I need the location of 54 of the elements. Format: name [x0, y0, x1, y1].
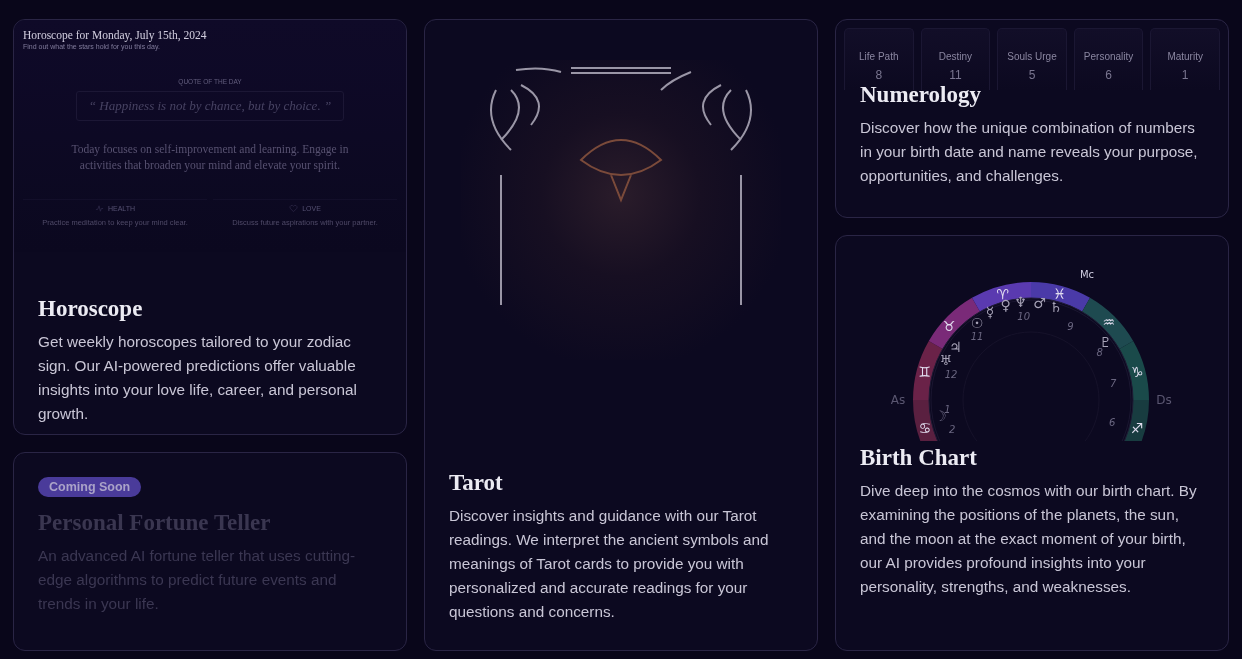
axis-label: Mc — [1079, 269, 1095, 280]
house-number: 9 — [1067, 320, 1074, 332]
house-number: 10 — [1017, 311, 1031, 323]
card-description: Discover how the unique combination of numbers in your birth date and name reveals your purpose, opportunities, and challenges. — [860, 118, 1199, 186]
card-title: Horoscope — [38, 296, 144, 322]
planet-glyph: ♂ — [1033, 295, 1046, 312]
quote-text: “ Happiness is not by chance, but by choice. ” — [75, 91, 345, 121]
house-number: 7 — [1110, 377, 1117, 389]
planet-glyph: ☽ — [934, 408, 947, 424]
horoscope-card[interactable] — [13, 19, 407, 435]
house-number: 8 — [1096, 346, 1103, 358]
number-label: Souls Urge — [1007, 51, 1057, 62]
planet-glyph: ☿ — [985, 304, 995, 321]
zodiac-sign: ♓ — [1053, 285, 1066, 302]
number-value: 5 — [1028, 68, 1036, 82]
planet-glyph: ♀ — [1000, 297, 1011, 314]
house-number: 2 — [948, 423, 956, 435]
card-title: Tarot — [449, 470, 504, 496]
tarot-card[interactable] — [424, 19, 818, 651]
number-value: 1 — [1181, 68, 1189, 82]
numerology-card[interactable]: Life Path 8 Destiny 11 Souls Urge 5 Personality 6 Maturity 1 Numerology Discover how the unique combination of numbers in your birth date and name reveals your purpose, opportunities, and challenges. — [835, 19, 1229, 218]
daily-summary: Today focuses on self-improvement and learning. Engage in activities that broaden your mind and elevate your spirit. — [70, 142, 350, 173]
zodiac-sign: ♑ — [1130, 363, 1144, 380]
pulse-icon — [94, 204, 104, 213]
axis-label: As — [890, 393, 906, 407]
house-number: 12 — [944, 369, 958, 381]
axis-label: Ds — [1156, 393, 1172, 407]
coming-soon-badge: Coming Soon — [38, 477, 142, 497]
number-value: 11 — [949, 68, 962, 82]
number-label: Personality — [1083, 51, 1134, 62]
house-number: 1 — [944, 403, 951, 415]
house-number: 6 — [1108, 416, 1116, 428]
card-title: Birth Chart — [860, 445, 978, 471]
number-value: 6 — [1105, 68, 1112, 82]
zodiac-sign: ♉ — [942, 318, 956, 335]
number-label: Destiny — [938, 51, 973, 62]
zodiac-sign: ♒ — [1102, 314, 1116, 331]
zodiac-sign: ♊ — [918, 363, 932, 380]
number-label: Life Path — [859, 51, 899, 62]
zodiac-sign: ♐ — [1130, 420, 1144, 437]
preview-title: Horoscope for Monday, July 15th, 2024 — [23, 29, 208, 41]
card-title: Numerology — [860, 82, 982, 108]
heart-icon — [289, 204, 299, 213]
card-description: Discover insights and guidance with our Tarot readings. We interpret the ancient symbols and meanings of Tarot cards to provide you with personalized and accurate readings for your questions and concerns. — [449, 506, 770, 622]
birth-chart-card[interactable] — [835, 235, 1229, 651]
card-description: Dive deep into the cosmos with our birth chart. By examining the positions of the planets, the sun, and the moon at the exact moment of your birth, our AI provides profound insights into your personality, strengths, and weaknesses. — [860, 481, 1198, 597]
planet-glyph: ♆ — [1014, 293, 1027, 310]
card-description: Get weekly horoscopes tailored to your zodiac sign. Our AI-powered predictions offer valuable insights into your love life, career, and personal growth. — [38, 332, 358, 424]
house-number: 11 — [970, 330, 984, 342]
planet-glyph: ♄ — [1049, 299, 1063, 316]
planet-glyph: ☉ — [970, 315, 984, 331]
number-label: Maturity — [1167, 51, 1203, 62]
number-value: 8 — [875, 68, 883, 82]
zodiac-sign: ♋ — [918, 420, 932, 437]
